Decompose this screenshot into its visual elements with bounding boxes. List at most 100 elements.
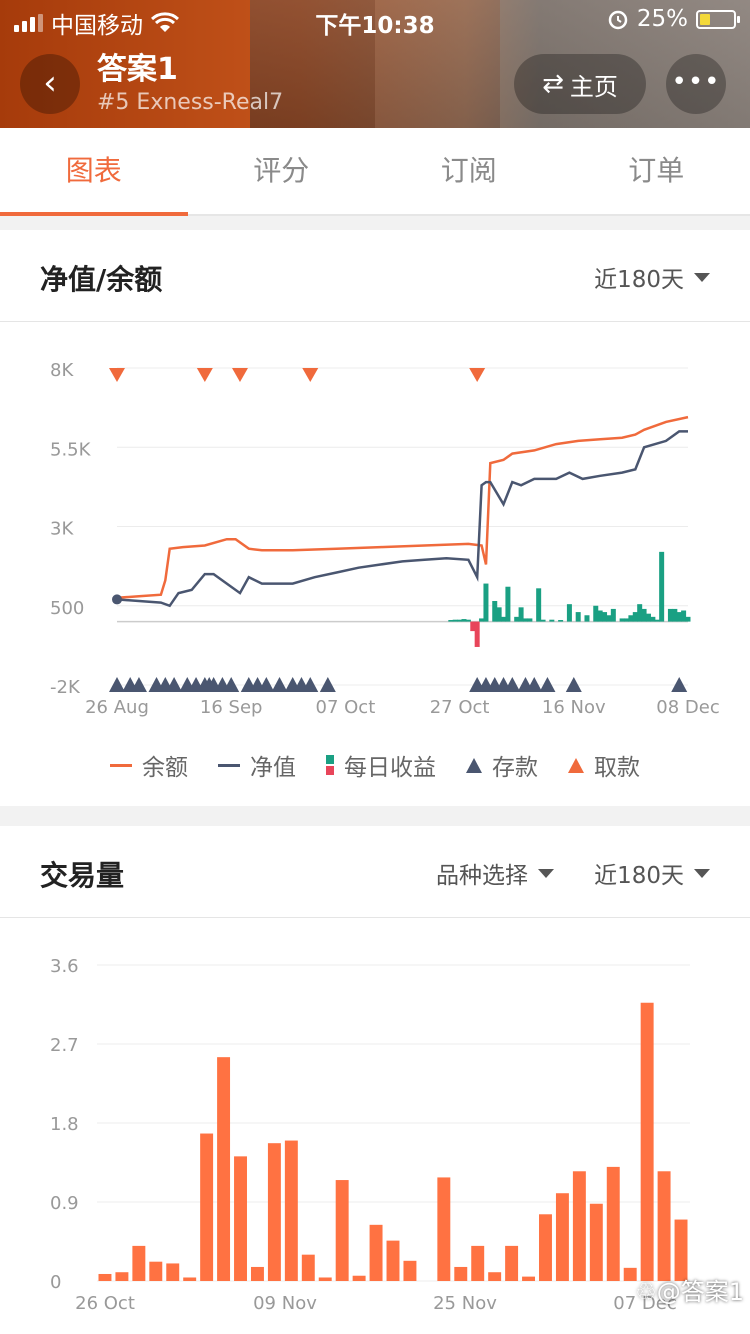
x-tick-label: 07 Oct [316, 697, 376, 718]
legend-deposit-label: 存款 [492, 755, 538, 781]
volume-bar [183, 1277, 197, 1281]
legend-equity[interactable]: 净值 [218, 748, 296, 782]
volume-bar [454, 1266, 468, 1281]
equity-balance-chart: 8K 5.5K 3K 500 -2K26 Aug 16 Sep 07 Oct 27 Oct 16… [50, 360, 720, 718]
volume-bar [166, 1263, 180, 1281]
daily-profit-bar [619, 618, 625, 622]
tab-orders[interactable]: 订单 [563, 128, 750, 214]
y-tick-label: 3.6 [50, 956, 79, 977]
volume-bar [386, 1240, 400, 1281]
daily-profit-bar [597, 610, 603, 622]
daily-profit-bar [457, 619, 463, 622]
daily-profit-bar [558, 620, 564, 622]
daily-profit-bar [465, 619, 471, 622]
volume-bar [369, 1224, 383, 1281]
equity-period-label: 近180天 [594, 267, 684, 293]
page-title: 答案1 [97, 52, 178, 87]
line-swatch-icon [110, 763, 132, 767]
watermark-label: 答案1 [680, 1278, 744, 1306]
symbol-select-dropdown[interactable]: 品种选择 [436, 856, 554, 890]
daily-profit-bar [659, 551, 665, 622]
daily-profit-bar [632, 612, 638, 622]
equity-legend: 余额 净值 每日收益 存款 取款 [0, 748, 750, 782]
daily-profit-bar [522, 618, 528, 622]
line-swatch-icon [218, 763, 240, 767]
home-button[interactable]: ⇄ 主页 [514, 54, 646, 114]
tab-chart[interactable]: 图表 [0, 128, 188, 216]
volume-bar [403, 1260, 417, 1281]
volume-bar [132, 1245, 146, 1281]
volume-bar [98, 1273, 112, 1281]
volume-bar [318, 1277, 332, 1281]
x-tick-label: 27 Oct [430, 697, 490, 718]
tab-subscription[interactable]: 订阅 [375, 128, 563, 214]
daily-profit-bar [518, 607, 524, 622]
battery-icon [696, 9, 740, 29]
caret-down-icon [694, 272, 710, 282]
daily-profit-bar [448, 620, 454, 622]
daily-profit-bar [624, 618, 630, 622]
legend-deposit[interactable]: 存款 [466, 748, 538, 782]
daily-profit-bar [606, 615, 612, 622]
legend-daily-profit[interactable]: 每日收益 [326, 748, 436, 782]
legend-equity-label: 净值 [250, 755, 296, 781]
legend-daily-profit-label: 每日收益 [344, 755, 436, 781]
daily-profit-bar [479, 618, 485, 622]
y-tick-label: 500 [50, 598, 84, 619]
daily-profit-bar [514, 616, 520, 622]
volume-bar [606, 1166, 620, 1281]
legend-balance[interactable]: 余额 [110, 748, 188, 782]
triangle-up-icon [466, 757, 482, 773]
back-button[interactable]: ‹ [20, 54, 80, 114]
equity-balance-card: 净值/余额 近180天 8K 5.5K 3K 500 -2K 26 Aug 16 Sep 07… [0, 230, 750, 806]
daily-profit-bar [667, 608, 673, 622]
tab-rating[interactable]: 评分 [188, 128, 376, 214]
y-tick-label: -2K [50, 677, 81, 698]
daily-profit-bar [685, 616, 691, 622]
daily-profit-bar [492, 600, 498, 622]
withdrawal-marker [231, 368, 248, 382]
volume-bar [505, 1245, 519, 1281]
legend-withdrawal[interactable]: 取款 [568, 748, 640, 782]
daily-profit-bar [575, 612, 581, 622]
bar-swatch-icon [326, 755, 334, 775]
daily-profit-bar [650, 616, 656, 622]
caret-down-icon [694, 868, 710, 878]
withdrawal-marker [196, 368, 213, 382]
daily-profit-bar [637, 604, 643, 622]
daily-profit-bar [527, 618, 533, 622]
y-tick-label: 8K [50, 360, 74, 381]
battery-percent: 25% [636, 6, 688, 32]
x-tick-label: 08 Dec [656, 697, 719, 718]
daily-profit-bar [501, 616, 507, 622]
equity-card-title: 净值/余额 [40, 263, 163, 296]
daily-profit-bar [483, 583, 489, 622]
volume-period-label: 近180天 [594, 863, 684, 889]
y-tick-label: 2.7 [50, 1035, 79, 1056]
y-tick-label: 5.5K [50, 439, 92, 460]
withdrawal-marker [302, 368, 319, 382]
daily-profit-bar [474, 621, 480, 647]
more-button[interactable]: ••• [666, 54, 726, 114]
volume-bar [640, 1002, 654, 1281]
watermark: ♲@答案1 [635, 1278, 744, 1306]
volume-bar [200, 1133, 214, 1281]
daily-profit-bar [584, 615, 590, 622]
daily-profit-bar [602, 612, 608, 622]
daily-profit-bar [676, 612, 682, 622]
daily-profit-bar [672, 608, 678, 622]
daily-profit-bar [536, 588, 542, 622]
volume-bar [539, 1214, 552, 1281]
chevron-left-icon: ‹ [43, 63, 57, 103]
volume-period-dropdown[interactable]: 近180天 [594, 856, 710, 890]
daily-profit-bar [610, 608, 616, 622]
y-tick-label: 0 [50, 1272, 61, 1293]
daily-profit-bar [549, 619, 555, 622]
volume-bar [589, 1203, 603, 1281]
alarm-icon [608, 10, 628, 30]
daily-profit-bar [505, 586, 511, 622]
volume-bar [250, 1266, 264, 1281]
volume-card: 交易量 品种选择 近180天 3.6 2.7 1.8 0.9 0 26 Oct 09 Nov… [0, 826, 750, 1334]
daily-profit-bar [566, 604, 572, 622]
equity-period-dropdown[interactable]: 近180天 [594, 260, 710, 294]
